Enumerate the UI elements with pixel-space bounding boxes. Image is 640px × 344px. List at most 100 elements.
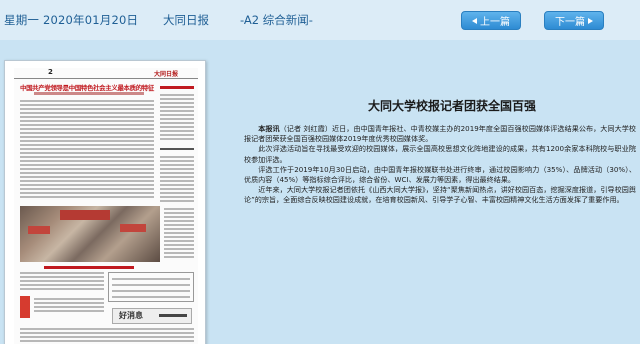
- text-line: [160, 98, 194, 100]
- text-line: [164, 212, 194, 214]
- text-line: [20, 160, 154, 162]
- text-line: [20, 100, 154, 102]
- text-line: [20, 192, 154, 194]
- text-line: [20, 136, 154, 138]
- text-line: [20, 132, 154, 134]
- text-line: [160, 156, 194, 158]
- thumbnail-red-block: [20, 296, 30, 318]
- text-line: [20, 328, 194, 330]
- text-line: [160, 110, 194, 112]
- thumbnail-page[interactable]: 2 大同日报 中国共产党领导是中国特色社会主义最本质的特征 好消息: [14, 68, 198, 344]
- text-line: [20, 180, 154, 182]
- text-line: [164, 252, 194, 254]
- newspaper-page-thumbnail[interactable]: 2 大同日报 中国共产党领导是中国特色社会主义最本质的特征 好消息: [4, 60, 206, 344]
- section-name: -A2 综合新闻-: [240, 13, 313, 27]
- text-line: [20, 276, 104, 278]
- text-line: [160, 130, 194, 132]
- text-line: [112, 284, 190, 286]
- text-line: [20, 116, 154, 118]
- text-line: [20, 144, 154, 146]
- thumbnail-column-title: [160, 148, 194, 150]
- article-paragraph: 本报讯（记者 刘红霞）近日，由中国青年报社、中青校媒主办的2019年度全国百强校…: [244, 124, 636, 144]
- text-line: [160, 192, 194, 194]
- thumbnail-column-title: [160, 86, 194, 89]
- article-paragraph: 近年来，大同大学校报记者团依托《山西大同大学报》，坚持“聚焦新闻热点，讲好校园百…: [244, 185, 636, 205]
- text-line: [164, 240, 194, 242]
- arrow-right-icon: [588, 17, 593, 24]
- text-line: [20, 108, 154, 110]
- text-line: [164, 244, 194, 246]
- text-line: [20, 340, 194, 342]
- airplane-icon: [159, 314, 187, 317]
- text-line: [20, 152, 154, 154]
- text-line: [112, 296, 190, 298]
- text-line: [112, 290, 190, 292]
- text-line: [164, 220, 194, 222]
- text-line: [34, 298, 104, 300]
- text-line: [164, 232, 194, 234]
- text-line: [164, 228, 194, 230]
- text-line: [160, 106, 194, 108]
- text-line: [112, 278, 190, 280]
- header-bar: 星期一 2020年01月20日 大同日报 -A2 综合新闻- 上一篇 下一篇: [0, 0, 640, 40]
- next-article-label: 下一篇: [555, 17, 585, 28]
- text-line: [20, 172, 154, 174]
- text-line: [20, 188, 154, 190]
- text-line: [160, 138, 194, 140]
- photo-banner: [120, 224, 146, 232]
- text-line: [20, 336, 194, 338]
- text-line: [34, 302, 104, 304]
- article-lead-tag: 本报讯: [258, 124, 280, 133]
- text-line: [160, 164, 194, 166]
- text-line: [160, 196, 194, 198]
- arrow-left-icon: [472, 17, 477, 24]
- text-line: [164, 248, 194, 250]
- article-paragraph: 此次评选活动旨在寻找最受欢迎的校园媒体，展示全国高校思想文化阵地建设的成果，共有…: [244, 144, 636, 164]
- text-line: [20, 120, 154, 122]
- text-line: [164, 224, 194, 226]
- text-line: [20, 104, 154, 106]
- text-line: [164, 256, 194, 258]
- text-line: [20, 196, 154, 198]
- text-line: [160, 134, 194, 136]
- text-line: [160, 180, 194, 182]
- text-line: [160, 114, 194, 116]
- text-line: [20, 332, 194, 334]
- text-line: [20, 128, 154, 130]
- article-paragraph: 评选工作于2019年10月30日启动，由中国青年报校媒联书处进行终审，通过校园影…: [244, 164, 636, 185]
- text-line: [160, 200, 194, 202]
- prev-article-label: 上一篇: [480, 17, 510, 28]
- text-line: [164, 216, 194, 218]
- thumbnail-column-title: [44, 266, 134, 269]
- thumbnail-photo: [20, 206, 160, 262]
- text-line: [20, 184, 154, 186]
- article-body: 本报讯（记者 刘红霞）近日，由中国青年报社、中青校媒主办的2019年度全国百强校…: [244, 124, 636, 206]
- text-line: [20, 288, 104, 290]
- text-line: [20, 176, 154, 178]
- text-line: [20, 140, 154, 142]
- text-line: [20, 112, 154, 114]
- text-line: [20, 272, 104, 274]
- prev-article-button[interactable]: 上一篇: [461, 11, 521, 30]
- thumbnail-masthead: 大同日报: [154, 71, 179, 78]
- thumbnail-ad: 好消息: [112, 308, 192, 324]
- photo-banner: [28, 226, 50, 234]
- text-line: [160, 118, 194, 120]
- thumbnail-subhead-line: [34, 92, 144, 95]
- text-line: [20, 164, 154, 166]
- thumbnail-headline[interactable]: 中国共产党领导是中国特色社会主义最本质的特征: [20, 83, 154, 92]
- text-line: [160, 188, 194, 190]
- thumbnail-ad-text: 好消息: [119, 310, 143, 320]
- thumbnail-page-number: 2: [48, 68, 53, 76]
- text-line: [20, 280, 104, 282]
- article-title: 大同大学校报记者团获全国百强: [368, 99, 537, 113]
- text-line: [160, 122, 194, 124]
- next-article-button[interactable]: 下一篇: [544, 11, 604, 30]
- text-line: [20, 284, 104, 286]
- text-line: [160, 176, 194, 178]
- paper-name: 大同日报: [163, 13, 209, 27]
- text-line: [20, 156, 154, 158]
- issue-date: 星期一 2020年01月20日: [4, 13, 139, 27]
- thumbnail-header: 2 大同日报: [14, 68, 198, 79]
- text-line: [160, 94, 194, 96]
